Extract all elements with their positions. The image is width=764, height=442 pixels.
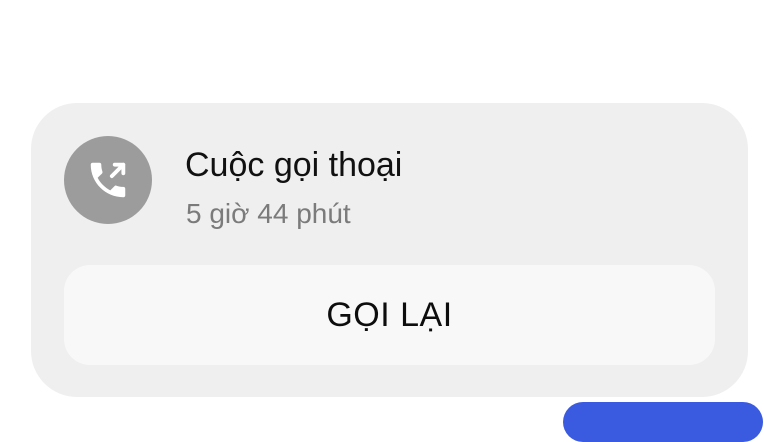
callback-button-label: GỌI LẠI: [326, 296, 453, 334]
phone-outgoing-glyph: [90, 162, 126, 198]
sent-message-bubble[interactable]: [563, 402, 763, 442]
voice-call-message-card: Cuộc gọi thoại 5 giờ 44 phút GỌI LẠI: [31, 103, 748, 397]
outgoing-call-icon: [64, 136, 152, 224]
callback-button[interactable]: GỌI LẠI: [64, 265, 715, 365]
call-duration: 5 giờ 44 phút: [186, 198, 351, 229]
call-title: Cuộc gọi thoại: [185, 146, 403, 184]
